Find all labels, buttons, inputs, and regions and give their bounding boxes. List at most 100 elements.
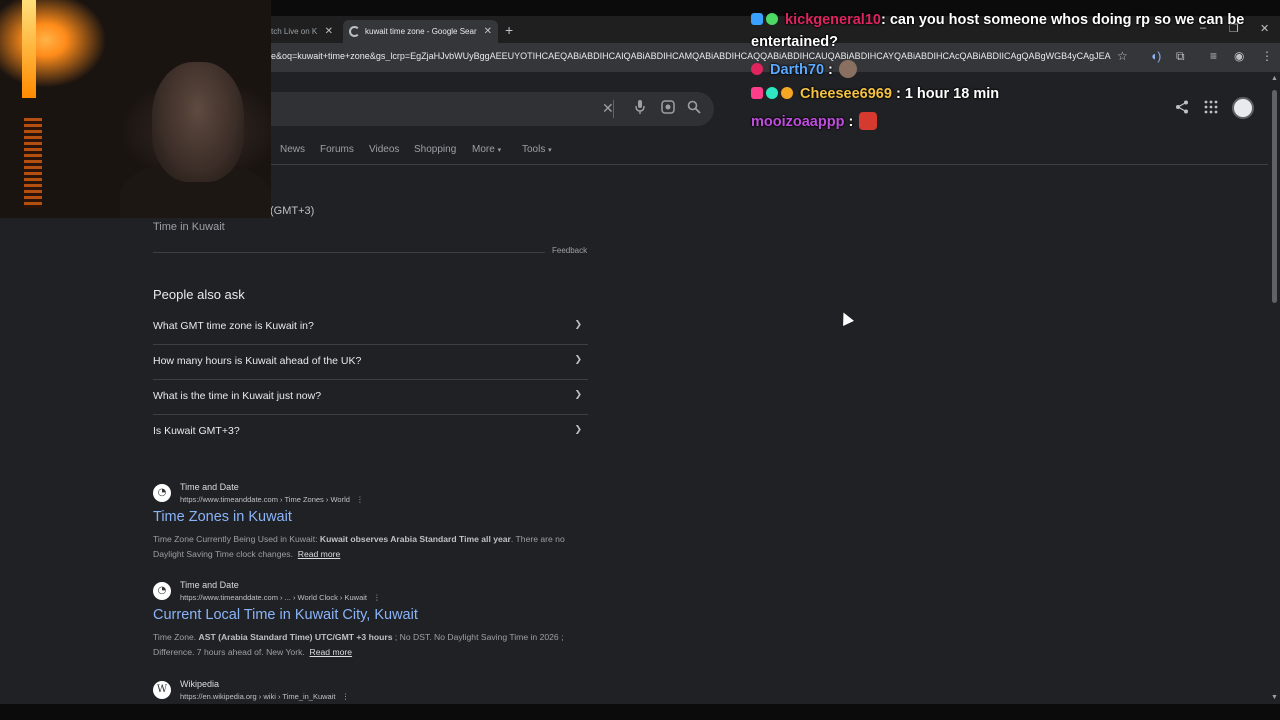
result-title-link[interactable]: Time Zones in Kuwait [153, 509, 292, 525]
snippet-text: Time Zone. [153, 632, 199, 642]
answer-subtitle: Time in Kuwait [153, 221, 225, 233]
result-url[interactable]: https://www.timeanddate.com › Time Zones… [180, 495, 364, 504]
tab-google-search[interactable]: kuwait time zone - Google Sear ✕ [343, 20, 498, 43]
snippet-bold: AST (Arabia Standard Time) UTC/GMT +3 ho… [198, 632, 393, 642]
feedback-divider [153, 252, 545, 253]
chat-message: Darth70 : [751, 60, 857, 78]
badge-icon [766, 13, 778, 25]
bottom-strip [0, 704, 1280, 720]
chat-username: Darth70 [770, 62, 825, 78]
face-emote-icon [838, 60, 857, 78]
search-box[interactable]: ✕ [240, 92, 714, 126]
search-result: ◔ Time and Date https://www.timeanddate.… [153, 482, 603, 562]
webcam-overlay [0, 0, 271, 218]
paa-question[interactable]: What GMT time zone is Kuwait in? ❯ [153, 310, 588, 345]
voice-search-icon[interactable] [634, 100, 646, 117]
tab-kick-title: tch Live on K [271, 27, 318, 36]
chat-message: kickgeneral10: can you host someone whos… [751, 12, 1244, 28]
close-tab-icon[interactable]: ✕ [484, 20, 492, 43]
lamp-slats [24, 118, 42, 208]
result-snippet: Time Zone Currently Being Used in Kuwait… [153, 532, 593, 561]
tab-more-label: More [472, 144, 495, 155]
tab-google-title: kuwait time zone - Google Sear [365, 27, 477, 36]
paa-question[interactable]: What is the time in Kuwait just now? ❯ [153, 380, 588, 415]
tab-forums[interactable]: Forums [320, 144, 354, 155]
share-icon[interactable] [1175, 100, 1189, 119]
chat-message: mooizoaappp : [751, 112, 878, 130]
badge-icon [751, 63, 763, 75]
chat-text: : [824, 62, 837, 78]
result-url-text: https://www.timeanddate.com › Time Zones… [180, 495, 350, 504]
chat-username: mooizoaappp [751, 114, 845, 130]
paa-question[interactable]: Is Kuwait GMT+3? ❯ [153, 415, 588, 450]
more-options-icon[interactable]: ⋮ [342, 692, 350, 701]
scroll-up-icon[interactable]: ▲ [1271, 75, 1278, 82]
search-divider [613, 100, 614, 118]
more-options-icon[interactable]: ⋮ [356, 495, 364, 504]
tab-more[interactable]: More ▾ [472, 144, 501, 155]
chat-message: Cheesee6969 : 1 hour 18 min [751, 86, 999, 102]
tab-tools-label: Tools [522, 144, 546, 155]
result-snippet: Time Zone. AST (Arabia Standard Time) UT… [153, 630, 593, 659]
close-tab-icon[interactable]: ✕ [325, 20, 333, 43]
people-also-ask-title: People also ask [153, 287, 245, 302]
result-site-name[interactable]: Wikipedia [180, 679, 219, 689]
media-icon[interactable]: ≡ [1210, 49, 1217, 63]
result-title-link[interactable]: Current Local Time in Kuwait City, Kuwai… [153, 607, 418, 623]
lamp-glow [22, 0, 36, 98]
tab-videos[interactable]: Videos [369, 144, 399, 155]
chevron-down-icon: ❯ [574, 424, 582, 434]
page-scrollbar[interactable]: ▲ ▼ [1269, 72, 1280, 704]
tab-tools[interactable]: Tools ▾ [522, 144, 552, 155]
extensions-icon[interactable]: ⧉ [1176, 49, 1185, 64]
result-site-name[interactable]: Time and Date [180, 482, 239, 492]
chevron-down-icon: ❯ [574, 389, 582, 399]
badge-icon [781, 87, 793, 99]
profile-icon[interactable]: ◉ [1234, 49, 1244, 63]
close-window-button[interactable]: ✕ [1260, 22, 1269, 35]
chevron-down-icon: ❯ [574, 354, 582, 364]
badge-icon [751, 87, 763, 99]
bookmark-star-icon[interactable]: ☆ [1117, 49, 1128, 63]
clear-search-icon[interactable]: ✕ [602, 100, 614, 117]
account-avatar[interactable] [1232, 97, 1254, 119]
menu-kebab-icon[interactable]: ⋮ [1261, 49, 1273, 63]
search-submit-icon[interactable] [687, 100, 701, 117]
read-aloud-icon[interactable]: ◖) [1150, 49, 1161, 63]
caret-down-icon: ▾ [497, 147, 502, 154]
tab-news[interactable]: News [280, 144, 305, 155]
badge-icon [766, 87, 778, 99]
more-options-icon[interactable]: ⋮ [373, 593, 381, 602]
streamer-head [152, 62, 244, 182]
feedback-link[interactable]: Feedback [552, 246, 587, 255]
result-url-text: https://en.wikipedia.org › wiki › Time_i… [180, 692, 336, 701]
read-more-link[interactable]: Read more [310, 647, 353, 657]
chat-username: Cheesee6969 [800, 86, 892, 102]
search-result: W Wikipedia https://en.wikipedia.org › w… [153, 679, 603, 704]
new-tab-button[interactable]: + [505, 20, 513, 40]
chat-text: : 1 hour 18 min [891, 86, 1000, 102]
result-url-text: https://www.timeanddate.com › ... › Worl… [180, 593, 368, 602]
paa-question-text: What is the time in Kuwait just now? [153, 390, 322, 402]
scroll-thumb[interactable] [1272, 90, 1277, 303]
chat-text: : can you host someone whos doing rp so … [880, 12, 1245, 28]
tab-shopping[interactable]: Shopping [414, 144, 456, 155]
snippet-bold: Kuwait observes Arabia Standard Time all… [319, 534, 511, 544]
paa-question-text: What GMT time zone is Kuwait in? [153, 320, 314, 332]
result-url[interactable]: https://www.timeanddate.com › ... › Worl… [180, 593, 381, 602]
snippet-text: Time Zone Currently Being Used in Kuwait… [153, 534, 320, 544]
result-url[interactable]: https://en.wikipedia.org › wiki › Time_i… [180, 692, 349, 701]
mask-emote-icon [859, 112, 878, 130]
url-field[interactable]: e&oq=kuwait+time+zone&gs_lcrp=EgZjaHJvbW… [271, 51, 1111, 61]
paa-question[interactable]: How many hours is Kuwait ahead of the UK… [153, 345, 588, 380]
google-apps-icon[interactable] [1204, 100, 1218, 119]
result-site-name[interactable]: Time and Date [180, 580, 239, 590]
read-more-link[interactable]: Read more [298, 549, 341, 559]
lens-search-icon[interactable] [661, 100, 675, 117]
chevron-down-icon: ❯ [574, 319, 582, 329]
site-favicon-icon: ◔ [153, 484, 171, 502]
badge-icon [751, 13, 763, 25]
scroll-down-icon[interactable]: ▼ [1271, 694, 1278, 701]
paa-question-text: Is Kuwait GMT+3? [153, 425, 240, 437]
tab-kick[interactable]: tch Live on K ✕ [271, 20, 341, 43]
